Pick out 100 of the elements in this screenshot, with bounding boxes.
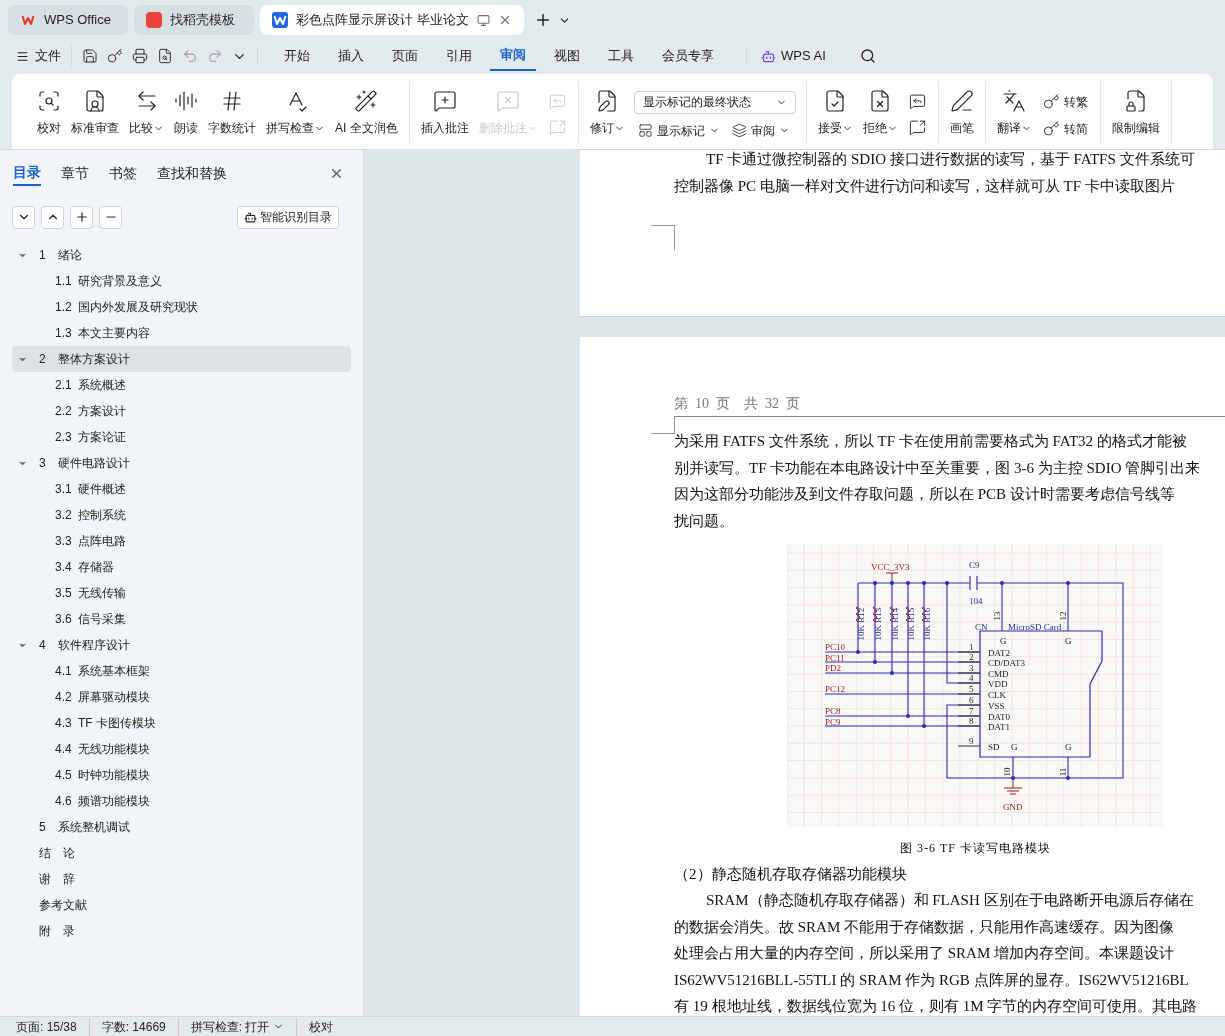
menu-tab[interactable]: 插入 [328,41,374,71]
ribbon-button[interactable]: 拼写检查 [261,80,330,147]
pin-label: G [1000,636,1007,646]
toc-item[interactable]: 4.4 无线功能模块 [12,736,351,762]
paragraph-line: 的数据会消失。故 SRAM 不能用于存储数据，只能用作高速缓存。因为图像 [674,917,1176,937]
toc-item[interactable]: 3.4 存储器 [12,554,351,580]
net-label: PD2 [825,663,841,673]
toc-title: 整体方案设计 [58,351,130,368]
toc-item[interactable]: 3.5 无线传输 [12,580,351,606]
paragraph-line: SRAM（静态随机存取存储器）和 FLASH 区别在于电路断开电源后存储在 [705,891,1195,910]
toc-title: 参考文献 [39,897,87,914]
title-tab[interactable]: WPS Office [8,5,128,35]
part-label: 10K R15 [906,607,916,641]
menu-tab[interactable]: 视图 [544,41,590,71]
menu-tab[interactable]: 工具 [598,41,644,71]
ribbon-button[interactable]: 插入批注 [415,80,474,147]
menu-tab[interactable]: 审阅 [490,41,536,71]
paragraph-line: 有 19 根地址线，数据线位宽为 16 位，则有 1M 字节的内存空间可使用。其电路 [674,997,1199,1016]
menu-tab[interactable]: 开始 [274,41,320,71]
word-count: 字数: 14669 [89,1017,179,1036]
panel-tab[interactable]: 书签 [109,160,137,186]
toc-item[interactable]: 谢 辞 [12,866,351,892]
toc-item[interactable]: 4.5 时钟功能模块 [12,762,351,788]
toc-item[interactable]: 4.2 屏幕驱动模块 [12,684,351,710]
menu-tab[interactable]: 引用 [436,41,482,71]
toc-item[interactable]: 3.3 点阵电路 [12,528,351,554]
part-label: C9 [969,560,980,570]
ribbon-button[interactable]: 标准审查 [66,80,124,147]
pin-number: 13 [992,611,1002,621]
part-label: 10K R16 [922,607,932,641]
panel-tab[interactable]: 目录 [13,160,41,186]
toc-title: 软件程序设计 [58,637,130,654]
ribbon-button[interactable]: AI 全文润色 [330,80,403,147]
toc-item[interactable]: 附 录 [12,918,351,944]
ribbon-button[interactable]: 画笔 [944,80,979,147]
part-label: CN [975,622,988,632]
ribbon-button[interactable]: 转繁 [1042,92,1088,111]
ribbon-button[interactable]: 接受 [812,80,858,147]
ribbon-button[interactable]: 限制编辑 [1106,80,1165,147]
toc-item[interactable]: 3 硬件电路设计 [12,450,351,476]
part-label: VCC_3V3 [871,562,910,572]
pin-label: CD/DAT3 [988,658,1025,668]
ribbon-button[interactable]: 拒绝 [857,80,903,147]
proofread-button[interactable]: 校对 [297,1017,346,1036]
toc-item[interactable]: 2.3 方案论证 [12,424,351,450]
file-menu-button[interactable]: 文件 [16,46,72,66]
toc-number: 4 [39,637,47,654]
pin-label: DAT0 [988,712,1010,722]
ribbon-button[interactable]: 朗读 [169,80,203,147]
paragraph-line: 扰问题。 [674,511,735,531]
pin-number: 8 [969,716,974,726]
panel-tab[interactable]: 查找和替换 [157,160,227,186]
toc-item[interactable]: 4.6 频谱功能模块 [12,788,351,814]
toc-item[interactable]: 1.1 研究背景及意义 [12,268,351,294]
ribbon-button[interactable]: 审阅 [731,121,790,140]
ribbon-button[interactable]: 显示标记 [637,121,720,140]
title-tab[interactable]: 彩色点阵显示屏设计 毕业论文 [260,5,524,35]
net-label: PC9 [825,717,841,727]
toc-item[interactable]: 4.1 系统基本框架 [12,658,351,684]
toc-item[interactable]: 结 论 [12,840,351,866]
ribbon-button[interactable]: 校对 [32,80,66,147]
pin-number: 10 [1002,767,1012,777]
toc-number: 1 [39,247,47,264]
ribbon-button[interactable]: 比较 [124,80,169,147]
pin-number: 2 [969,652,974,662]
panel-tab[interactable]: 章节 [61,160,89,186]
toc-item[interactable]: 2.2 方案设计 [12,398,351,424]
smart-toc-button[interactable]: 智能识别目录 [237,205,339,229]
figure-caption: 图 3-6 TF 卡读写电路模块 [900,840,1052,857]
toc-item[interactable]: 2.1 系统概述 [12,372,351,398]
part-label: 104 [969,596,983,606]
ribbon-button[interactable]: 翻译 [991,80,1037,147]
toc-item[interactable]: 3.2 控制系统 [12,502,351,528]
toc-item[interactable]: 5 系统整机调试 [12,814,351,840]
wps-ai-button[interactable]: WPS AI [746,46,826,66]
pin-label: G [1065,742,1072,752]
part-label: 10K R13 [873,607,883,641]
toc-number: 3 [39,455,47,472]
ribbon-button[interactable]: 字数统计 [203,80,261,147]
toc-item[interactable]: 3.1 硬件概述 [12,476,351,502]
ribbon-button[interactable]: 转简 [1042,119,1088,138]
paragraph-line: 别并读写。TF 卡功能在本电路设计中至关重要，图 3-6 为主控 SDIO 管脚引出来 [674,458,1202,478]
pin-label: SD [988,742,1000,752]
dropdown-select[interactable]: 显示标记的最终状态 [633,90,796,114]
title-tab[interactable]: 找稻壳模板 [134,5,254,35]
ribbon-button[interactable]: 修订 [584,80,630,147]
toc-item[interactable]: 4 软件程序设计 [12,632,351,658]
toc-number: 5 [39,819,47,836]
menu-tab[interactable]: 会员专享 [652,41,724,71]
toc-item[interactable]: 参考文献 [12,892,351,918]
menu-tab[interactable]: 页面 [382,41,428,71]
spell-check-toggle[interactable]: 拼写检查: 打开 [178,1017,298,1036]
toc-item[interactable]: 3.6 信号采集 [12,606,351,632]
toc-item[interactable]: 1.2 国内外发展及研究现状 [12,294,351,320]
toc-item[interactable]: 1 绪论 [12,242,351,268]
pin-label: DAT1 [988,722,1010,732]
toc-item[interactable]: 1.3 本文主要内容 [12,320,351,346]
toc-item[interactable]: 2 整体方案设计 [12,346,351,372]
toc-item[interactable]: 4.3 TF 卡图传模块 [12,710,351,736]
pin-label: CMD [988,669,1009,679]
